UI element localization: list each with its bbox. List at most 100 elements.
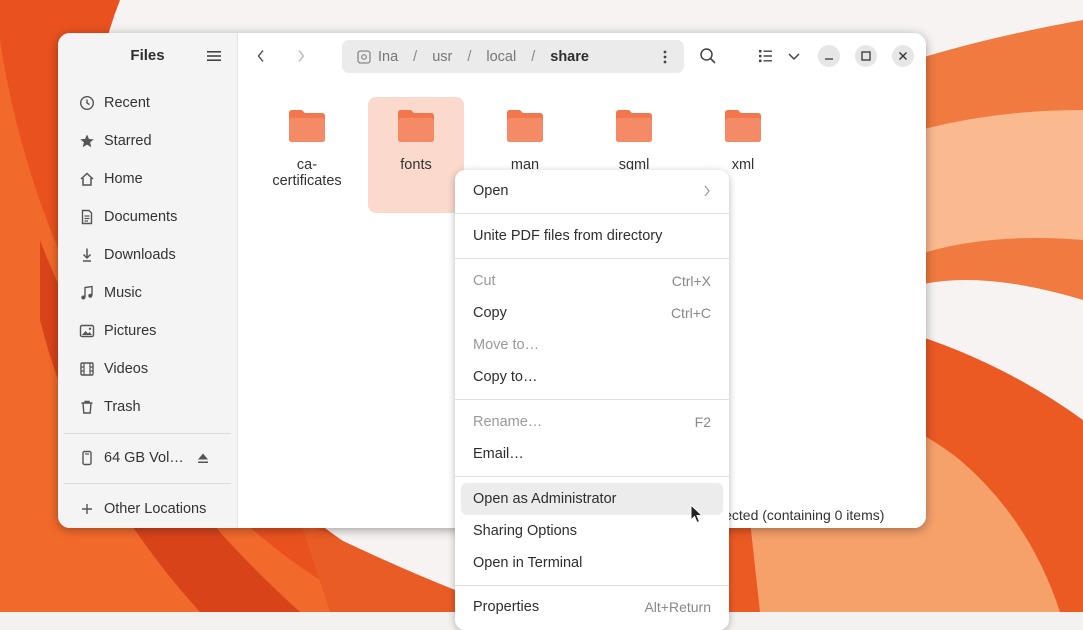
star-icon <box>80 134 94 148</box>
sidebar-item-label: Pictures <box>104 323 157 339</box>
status-bar: lected (containing 0 items) <box>721 502 921 528</box>
menu-divider <box>455 585 729 586</box>
sidebar-item-label: 64 GB Vol… <box>104 450 184 466</box>
sidebar-item-documents[interactable]: Documents <box>64 201 231 233</box>
menu-item-email[interactable]: Email… <box>461 438 723 470</box>
menu-item-cut[interactable]: Cut Ctrl+X <box>461 265 723 297</box>
sidebar-divider <box>64 483 231 484</box>
sidebar-item-videos[interactable]: Videos <box>64 353 231 385</box>
home-icon <box>80 172 94 186</box>
menu-item-label: Open as Administrator <box>473 491 617 507</box>
hamburger-menu-icon[interactable] <box>205 47 223 65</box>
menu-item-open-as-administrator[interactable]: Open as Administrator <box>461 483 723 515</box>
back-button[interactable] <box>250 45 272 67</box>
menu-item-copy[interactable]: Copy Ctrl+C <box>461 297 723 329</box>
menu-item-label: Sharing Options <box>473 523 577 539</box>
breadcrumb-ina[interactable]: Ina <box>378 49 398 65</box>
music-icon <box>81 285 93 300</box>
menu-divider <box>455 399 729 400</box>
sidebar-item-label: Music <box>104 285 142 301</box>
menu-item-unite-pdf[interactable]: Unite PDF files from directory <box>461 220 723 252</box>
sidebar-item-label: Trash <box>104 399 141 415</box>
maximize-icon <box>861 51 871 61</box>
sidebar-item-volume[interactable]: 64 GB Vol… <box>64 442 231 474</box>
plus-icon <box>82 504 92 514</box>
breadcrumb-separator: / <box>531 48 536 65</box>
sidebar-item-pictures[interactable]: Pictures <box>64 315 231 347</box>
menu-item-label: Open <box>473 183 509 199</box>
sidebar-header: Files <box>58 33 237 79</box>
breadcrumb-local[interactable]: local <box>486 49 516 65</box>
shortcut-label: Ctrl+C <box>670 305 711 321</box>
breadcrumb-usr[interactable]: usr <box>432 49 452 65</box>
path-bar[interactable]: Ina / usr / local / share <box>342 40 684 73</box>
sidebar-item-recent[interactable]: Recent <box>64 87 231 119</box>
menu-item-label: Copy <box>473 305 507 321</box>
file-name: ca- certificates <box>272 157 342 189</box>
folder-icon <box>725 110 761 142</box>
chevron-left-icon <box>257 50 264 62</box>
menu-item-copy-to[interactable]: Copy to… <box>461 361 723 393</box>
sidebar-item-home[interactable]: Home <box>64 163 231 195</box>
clock-icon <box>79 95 95 111</box>
sidebar: Files Recent Starred Home Documents Down… <box>58 33 238 528</box>
maximize-button[interactable] <box>855 45 877 67</box>
minimize-icon <box>825 58 833 60</box>
file-item-fonts[interactable]: fonts <box>368 97 464 213</box>
sidebar-item-other-locations[interactable]: Other Locations <box>64 493 231 525</box>
minimize-button[interactable] <box>818 45 840 67</box>
sidebar-item-label: Home <box>104 171 143 187</box>
document-icon <box>81 209 93 225</box>
chevron-right-icon <box>298 50 305 62</box>
sidebar-item-trash[interactable]: Trash <box>64 391 231 423</box>
folder-icon <box>289 110 325 142</box>
menu-item-label: Rename… <box>473 414 543 430</box>
menu-item-properties[interactable]: Properties Alt+Return <box>461 591 723 623</box>
menu-item-open[interactable]: Open <box>461 175 723 207</box>
shortcut-label: Alt+Return <box>644 599 711 615</box>
vertical-dots-icon[interactable] <box>658 49 672 65</box>
context-menu: Open Unite PDF files from directory Cut … <box>455 170 729 630</box>
forward-button[interactable] <box>290 45 312 67</box>
menu-divider <box>455 213 729 214</box>
sidebar-divider <box>64 433 231 434</box>
shortcut-label: F2 <box>694 414 711 430</box>
sidebar-item-label: Documents <box>104 209 178 225</box>
menu-divider <box>455 476 729 477</box>
menu-item-label: Open in Terminal <box>473 555 583 571</box>
sidebar-item-label: Recent <box>104 95 150 111</box>
trash-icon <box>81 400 93 414</box>
menu-item-label: Cut <box>473 273 496 289</box>
search-icon[interactable] <box>698 46 718 66</box>
folder-icon <box>398 110 434 142</box>
sidebar-item-label: Downloads <box>104 247 176 263</box>
download-icon <box>82 248 92 262</box>
sidebar-item-label: Other Locations <box>104 501 207 517</box>
breadcrumb-current[interactable]: share <box>550 49 589 65</box>
sidebar-item-music[interactable]: Music <box>64 277 231 309</box>
disk-icon <box>357 49 371 64</box>
folder-icon <box>507 110 543 142</box>
chevron-down-icon[interactable] <box>784 46 804 66</box>
mouse-cursor-icon <box>690 504 704 524</box>
file-name: fonts <box>400 157 432 173</box>
menu-item-label: Move to… <box>473 337 540 353</box>
folder-icon <box>616 110 652 142</box>
menu-item-rename[interactable]: Rename… F2 <box>461 406 723 438</box>
menu-item-label: Properties <box>473 599 540 615</box>
picture-icon <box>79 324 95 338</box>
list-view-icon[interactable] <box>756 46 776 66</box>
menu-item-label: Unite PDF files from directory <box>473 228 663 244</box>
sidebar-item-starred[interactable]: Starred <box>64 125 231 157</box>
menu-item-sharing-options[interactable]: Sharing Options <box>461 515 723 547</box>
sidebar-item-label: Starred <box>104 133 152 149</box>
breadcrumb-separator: / <box>467 48 472 65</box>
video-icon <box>80 362 94 376</box>
sidebar-item-downloads[interactable]: Downloads <box>64 239 231 271</box>
close-button[interactable] <box>892 45 914 67</box>
menu-item-label: Email… <box>473 446 524 462</box>
menu-item-move-to[interactable]: Move to… <box>461 329 723 361</box>
menu-item-open-in-terminal[interactable]: Open in Terminal <box>461 547 723 579</box>
eject-icon[interactable] <box>197 452 209 464</box>
file-item-ca-certificates[interactable]: ca- certificates <box>259 97 355 213</box>
